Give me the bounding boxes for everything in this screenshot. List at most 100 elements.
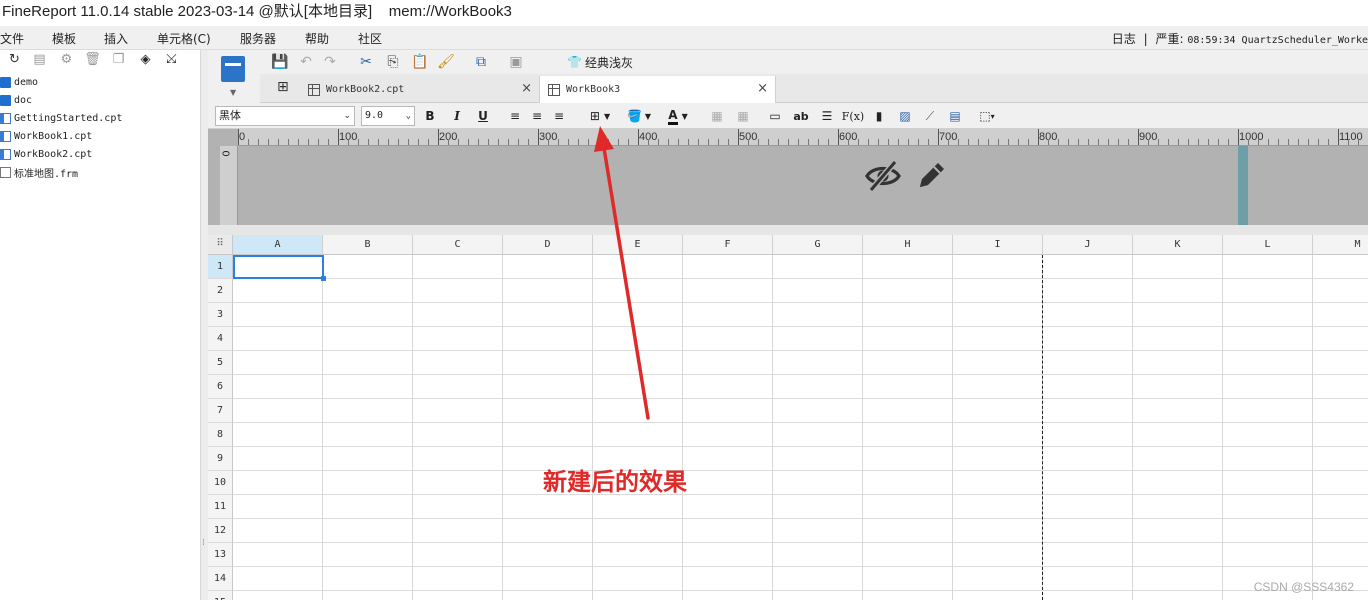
- row-header-9[interactable]: 9: [208, 447, 233, 471]
- column-header-m[interactable]: M: [1313, 235, 1368, 255]
- row-header-12[interactable]: 12: [208, 519, 233, 543]
- menu-server[interactable]: 服务器: [240, 30, 276, 47]
- new-template-button[interactable]: ▼: [208, 50, 260, 103]
- italic-button[interactable]: I: [449, 106, 465, 126]
- cut-icon[interactable]: ✂: [356, 52, 376, 72]
- row-header-5[interactable]: 5: [208, 351, 233, 375]
- collapse-icon[interactable]: ⤩: [163, 51, 180, 68]
- merge-cells-icon[interactable]: ▦: [708, 106, 726, 126]
- column-header-i[interactable]: I: [953, 235, 1043, 255]
- theme-button[interactable]: 👕 经典浅灰: [560, 52, 640, 72]
- menu-cell[interactable]: 单元格(C): [157, 30, 211, 47]
- column-header-l[interactable]: L: [1223, 235, 1313, 255]
- column-header-g[interactable]: G: [773, 235, 863, 255]
- column-header-f[interactable]: F: [683, 235, 773, 255]
- column-header-h[interactable]: H: [863, 235, 953, 255]
- column-header-e[interactable]: E: [593, 235, 683, 255]
- float-element-icon: ⬚: [979, 109, 991, 123]
- insert-image-icon[interactable]: ▨: [896, 106, 914, 126]
- pencil-icon[interactable]: [914, 157, 950, 195]
- select-all-corner[interactable]: ⠿: [208, 235, 233, 255]
- undo-icon[interactable]: ↶: [296, 52, 316, 72]
- column-header-a[interactable]: A: [233, 235, 323, 255]
- grid-view-icon[interactable]: ⊞: [277, 79, 289, 95]
- border-button[interactable]: ⊞ ▼: [582, 106, 618, 126]
- save-icon[interactable]: 💾: [270, 52, 290, 72]
- column-header-c[interactable]: C: [413, 235, 503, 255]
- font-size-select[interactable]: 9.0 ⌄: [361, 106, 415, 126]
- log-status[interactable]: 日志 | 严重: 08:59:34 QuartzScheduler_Worke: [1112, 30, 1368, 47]
- row-header-3[interactable]: 3: [208, 303, 233, 327]
- eye-off-icon[interactable]: [864, 157, 902, 195]
- locate-icon[interactable]: ◈: [137, 51, 154, 68]
- float-element-button[interactable]: ⬚ ▾: [973, 106, 1001, 126]
- subreport-icon[interactable]: ▤: [946, 106, 964, 126]
- close-icon[interactable]: ×: [757, 81, 768, 96]
- horizontal-ruler: 0 100 200 300 400 500 600 700 800 900 10…: [238, 129, 1368, 146]
- row-header-14[interactable]: 14: [208, 567, 233, 591]
- panel-splitter[interactable]: ⁞: [201, 50, 208, 600]
- open-file-icon[interactable]: ▤: [31, 51, 48, 68]
- menu-help[interactable]: 帮助: [305, 30, 329, 47]
- file-item-workbook1[interactable]: WorkBook1.cpt: [0, 127, 201, 145]
- row-header-11[interactable]: 11: [208, 495, 233, 519]
- column-header-j[interactable]: J: [1043, 235, 1133, 255]
- spreadsheet-grid[interactable]: ⠿ ABCDEFGHIJKLM 123456789101112131415: [208, 235, 1368, 600]
- menu-insert[interactable]: 插入: [104, 30, 128, 47]
- file-item-map-frm[interactable]: 标准地图.frm: [0, 163, 201, 181]
- row-header-4[interactable]: 4: [208, 327, 233, 351]
- refresh-icon[interactable]: ↻: [6, 51, 23, 68]
- row-header-6[interactable]: 6: [208, 375, 233, 399]
- rich-text-icon[interactable]: ☰: [818, 106, 836, 126]
- underline-button[interactable]: U: [475, 106, 491, 126]
- preview-icon[interactable]: ⧉: [471, 52, 491, 72]
- copy-icon[interactable]: ⎘: [383, 52, 403, 72]
- wrap-text-button[interactable]: ab: [792, 106, 810, 126]
- font-family-select[interactable]: 黑体 ⌄: [215, 106, 355, 126]
- row-header-2[interactable]: 2: [208, 279, 233, 303]
- file-item-doc[interactable]: doc: [0, 91, 201, 109]
- menu-template[interactable]: 模板: [52, 30, 76, 47]
- page-width-marker[interactable]: [1238, 146, 1248, 225]
- editor-divider: [208, 225, 1368, 235]
- folder-icon: [0, 94, 11, 106]
- tab-workbook2[interactable]: WorkBook2.cpt ×: [300, 76, 540, 103]
- close-icon[interactable]: ×: [521, 81, 532, 96]
- chevron-down-icon: ▼: [644, 111, 652, 121]
- row-header-1[interactable]: 1: [208, 255, 233, 279]
- file-item-demo[interactable]: demo: [0, 73, 201, 91]
- row-header-10[interactable]: 10: [208, 471, 233, 495]
- font-color-button[interactable]: A ▼: [661, 106, 695, 126]
- copy-icon[interactable]: ❐: [110, 51, 127, 68]
- paste-icon[interactable]: 📋: [410, 52, 430, 72]
- unmerge-cells-icon[interactable]: ▦: [734, 106, 752, 126]
- file-item-gettingstarted[interactable]: GettingStarted.cpt: [0, 109, 201, 127]
- formula-button[interactable]: F(x): [842, 106, 864, 126]
- column-header-d[interactable]: D: [503, 235, 593, 255]
- row-header-15[interactable]: 15: [208, 591, 233, 600]
- align-right-icon[interactable]: ≡: [550, 106, 568, 126]
- image-icon[interactable]: ▣: [506, 52, 526, 72]
- column-header-b[interactable]: B: [323, 235, 413, 255]
- menu-community[interactable]: 社区: [358, 30, 382, 47]
- format-painter-icon[interactable]: 🖌: [436, 52, 456, 72]
- cell-area[interactable]: [233, 255, 1368, 600]
- settings-icon[interactable]: ⚙: [58, 51, 75, 68]
- chart-icon[interactable]: ▮: [870, 106, 888, 126]
- column-header-k[interactable]: K: [1133, 235, 1223, 255]
- align-center-icon[interactable]: ≡: [528, 106, 546, 126]
- bold-button[interactable]: B: [422, 106, 438, 126]
- slash-icon[interactable]: ⟋: [921, 106, 939, 126]
- fill-color-button[interactable]: 🪣 ▼: [623, 106, 655, 126]
- file-item-workbook2[interactable]: WorkBook2.cpt: [0, 145, 201, 163]
- redo-icon[interactable]: ↷: [320, 52, 340, 72]
- menu-file[interactable]: 文件: [0, 30, 24, 47]
- align-left-icon[interactable]: ≡: [506, 106, 524, 126]
- text-cell-icon[interactable]: ▭: [766, 106, 784, 126]
- tab-workbook3[interactable]: WorkBook3 ×: [540, 76, 776, 103]
- active-cell-a1[interactable]: [233, 255, 326, 281]
- row-header-8[interactable]: 8: [208, 423, 233, 447]
- delete-icon[interactable]: 🗑: [84, 51, 101, 68]
- row-header-13[interactable]: 13: [208, 543, 233, 567]
- row-header-7[interactable]: 7: [208, 399, 233, 423]
